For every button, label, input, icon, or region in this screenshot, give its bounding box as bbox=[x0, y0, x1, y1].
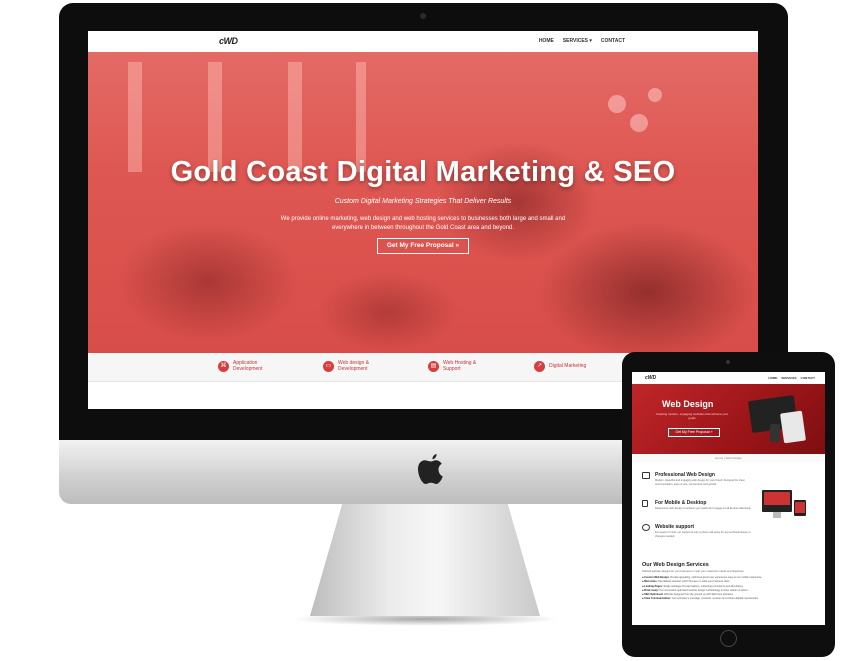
tablet-site-logo[interactable]: cWD bbox=[645, 375, 656, 381]
server-icon: ▤ bbox=[428, 361, 439, 372]
imac-camera bbox=[420, 13, 426, 19]
list-item-text: Specialised websites which focuses on wh… bbox=[658, 580, 731, 584]
tablet-hero-subtitle: Creating modern, engaging websites that … bbox=[655, 412, 729, 420]
feature-title: Website support bbox=[655, 524, 695, 530]
service-web-design[interactable]: ▭ Web design & Development bbox=[323, 360, 378, 372]
nav-contact[interactable]: CONTACT bbox=[601, 38, 625, 44]
nav-services[interactable]: SERVICES ▾ bbox=[563, 38, 592, 44]
bokeh-light bbox=[648, 88, 662, 102]
list-item-text: Single webpage for lead capture, marketi… bbox=[663, 584, 744, 588]
desktop-menu: HOME SERVICES ▾ CONTACT bbox=[539, 38, 625, 44]
service-digital-marketing[interactable]: ↗ Digital Marketing bbox=[534, 361, 589, 372]
hero-tablet-image bbox=[780, 410, 806, 444]
list-item-name: Clear Communication: bbox=[644, 597, 671, 601]
list-item-name: Microsites: bbox=[644, 580, 658, 584]
feature-title: For Mobile & Desktop bbox=[655, 500, 707, 506]
list-item-name: Custom Web Design: bbox=[644, 576, 670, 579]
feature-description: For peace of mind, our support is only a… bbox=[655, 531, 751, 538]
breadcrumb[interactable]: Home | Web Design bbox=[632, 454, 825, 462]
desktop-navbar: cWD HOME SERVICES ▾ CONTACT bbox=[88, 31, 758, 52]
service-label: Application Development bbox=[233, 360, 263, 372]
hero-title: Gold Coast Digital Marketing & SEO bbox=[170, 156, 676, 188]
tablet-nav-contact[interactable]: CONTACT bbox=[801, 376, 815, 380]
list-item-text: Visually appealing, optimised great user… bbox=[670, 576, 763, 579]
list-item-text: Our conversion-optimised website design … bbox=[659, 588, 749, 592]
feature-description: Responsive web design to achieve your go… bbox=[655, 507, 752, 510]
imac-stand bbox=[310, 504, 540, 616]
mobile-icon bbox=[642, 500, 648, 507]
list-item-text: Website designed from the ground up with… bbox=[663, 593, 734, 597]
ipad-camera bbox=[726, 360, 730, 364]
tablet-nav-services[interactable]: SERVICES bbox=[781, 376, 796, 380]
hero-subtitle: Custom Digital Marketing Strategies That… bbox=[334, 198, 512, 205]
code-icon: ⌘ bbox=[218, 361, 229, 372]
monitor-icon bbox=[642, 472, 650, 479]
tablet-hero-title: Web Design bbox=[662, 399, 714, 409]
service-label: Web Hosting & Support bbox=[443, 360, 477, 372]
service-label: Digital Marketing bbox=[549, 362, 587, 369]
apple-logo-icon bbox=[418, 454, 443, 484]
feature-description: Modern, beautiful and engaging web desig… bbox=[655, 479, 745, 486]
hero-section: Gold Coast Digital Marketing & SEO Custo… bbox=[88, 52, 758, 353]
list-item-name: SEO Optimised: bbox=[644, 593, 664, 597]
service-application-development[interactable]: ⌘ Application Development bbox=[218, 360, 273, 372]
list-item-name: Brisk ready: bbox=[644, 588, 659, 592]
support-icon bbox=[642, 524, 650, 531]
tablet-menu: HOME SERVICES CONTACT bbox=[768, 376, 815, 380]
free-proposal-button[interactable]: Get My Free Proposal » bbox=[377, 238, 469, 254]
tablet-navbar: cWD HOME SERVICES CONTACT bbox=[632, 372, 825, 384]
list-item-name: Landing Pages: bbox=[644, 584, 663, 588]
hero-phone-image bbox=[770, 424, 780, 442]
service-label: Web design & Development bbox=[338, 360, 370, 372]
monitor-icon: ▭ bbox=[323, 361, 334, 372]
chevron-down-icon: ▾ bbox=[589, 38, 592, 44]
feature-title: Professional Web Design bbox=[655, 472, 715, 478]
bokeh-light bbox=[608, 95, 626, 113]
devices-illustration-stand bbox=[773, 512, 781, 518]
tablet-hero: Web Design Creating modern, engaging web… bbox=[632, 384, 825, 454]
service-web-hosting[interactable]: ▤ Web Hosting & Support bbox=[428, 360, 483, 372]
bokeh-light bbox=[630, 114, 648, 132]
nav-home[interactable]: HOME bbox=[539, 38, 554, 44]
services-description: Tailored website designs for your busine… bbox=[642, 570, 745, 573]
tablet-proposal-button[interactable]: Get My Free Proposal » bbox=[668, 428, 720, 437]
tablet-nav-home[interactable]: HOME bbox=[768, 376, 777, 380]
devices-illustration bbox=[762, 490, 792, 512]
list-item-text: Your company's message, products, servic… bbox=[671, 597, 759, 601]
chart-icon: ↗ bbox=[534, 361, 545, 372]
nav-services-label: SERVICES bbox=[562, 38, 589, 44]
services-list: ■ Custom Web Design: Visually appealing,… bbox=[642, 576, 817, 602]
list-item: ■ Clear Communication: Your company's me… bbox=[642, 597, 759, 601]
tablet-screen: cWD HOME SERVICES CONTACT Web Design Cre… bbox=[632, 372, 825, 625]
services-heading: Our Web Design Services bbox=[642, 562, 709, 568]
site-logo[interactable]: cWD bbox=[219, 36, 238, 46]
home-button[interactable] bbox=[720, 630, 737, 647]
devices-illustration-tablet bbox=[794, 500, 806, 516]
hero-description: We provide online marketing, web design … bbox=[280, 216, 566, 231]
